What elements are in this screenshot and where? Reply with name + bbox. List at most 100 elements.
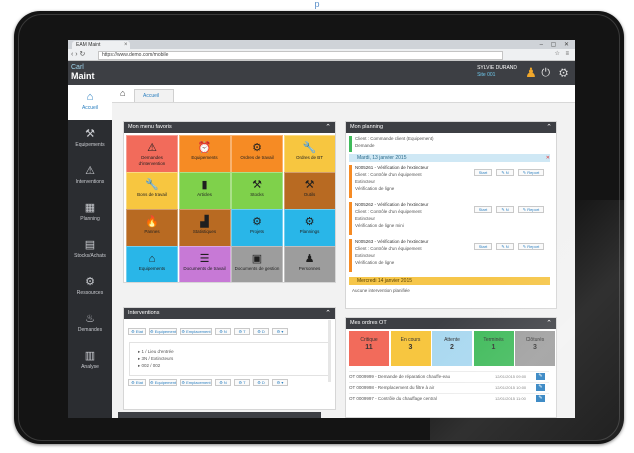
work-order-title: OT 0009998 - Remplacement du filtre à ai… [349,385,435,390]
report-button[interactable]: ✎ Report [518,206,544,213]
filter-button[interactable]: ⚙ T [234,379,250,386]
list-item[interactable]: ▸ 1 / Lieu d'entrée [138,349,174,355]
collapse-icon[interactable]: ⌃ [325,308,331,319]
planning-entry-title[interactable]: N005261 - Vérification de l'extincteur [355,165,465,171]
user-info[interactable]: SYLVIE DURAND Site 001 [477,65,517,79]
status-bar-orange [349,239,352,272]
planning-date-header[interactable]: Mercredi 14 janvier 2015 [349,277,550,285]
app-logo[interactable]: Carl Maint [71,64,95,82]
filter-button[interactable]: ⚙ T [234,328,250,335]
tile-icon: ⚙ [252,216,262,228]
table-row[interactable]: OT 0009999 - Demande de réparation chauf… [349,371,549,381]
nav-arrows-icon[interactable]: ‹ › ↻ [71,50,85,59]
close-icon[interactable]: ✕ [546,154,550,162]
filter-button[interactable]: ⚙ Equipement [149,379,177,386]
tile-ordres-de-travail[interactable]: ⚙ Ordres de travail [231,135,283,173]
filter-button[interactable]: ⚙ Emplacement [180,379,212,386]
avatar[interactable]: ♟ [524,64,538,82]
filter-button[interactable]: ⚙ Etat [128,379,146,386]
filter-button[interactable]: ⚙ Etat [128,328,146,335]
list-item[interactable]: ▸ 002 / 002 [138,363,160,369]
sidebar-item-label: Ressources [76,290,104,296]
browser-tab[interactable]: EAM Maint × [72,41,130,49]
status-counter-termin-s[interactable]: Terminés 1 [473,331,514,366]
edit-button[interactable]: ✎ N [496,206,514,213]
collapse-icon[interactable]: ⌃ [546,122,552,133]
sidebar-item-demandes[interactable]: ♨ Demandes [68,307,112,342]
planning-entry-title[interactable]: N005262 - Vérification de l'extincteur [355,202,465,208]
filter-button[interactable]: ⚙ Emplacement [180,328,212,335]
tile-projets[interactable]: ⚙ Projets [231,209,283,247]
status-counter-en-cours[interactable]: En cours 3 [390,331,431,366]
report-button[interactable]: ✎ Report [518,243,544,250]
browser-toolbar: ‹ › ↻ https://www.demo.com/mobile ☆ ≡ [68,49,575,61]
sidebar-item-equipements[interactable]: ⚒ Equipements [68,122,112,157]
filter-button[interactable]: ⚙ ▾ [272,379,288,386]
counter-value: 3 [408,344,413,351]
scrollbar[interactable] [328,320,331,382]
tile-outils[interactable]: ⚒ Outils [283,172,335,210]
collapse-icon[interactable]: ⌃ [325,122,331,133]
tab-accueil[interactable]: Accueil [134,89,174,102]
status-counter-cl-tur-s[interactable]: Clôturés 3 [515,331,555,366]
table-row[interactable]: OT 0009998 - Remplacement du filtre à ai… [349,382,549,392]
tile-stocks[interactable]: ⚒ Stocks [231,172,283,210]
status-bar-green [349,136,352,152]
edit-button[interactable]: ✎ N [496,169,514,176]
edit-icon[interactable]: ✎ [536,395,545,402]
tile-documents-de-travail[interactable]: ☰ Documents de travail [178,246,231,282]
filter-button[interactable]: ⚙ ▾ [272,328,288,335]
filter-button-row: ⚙ Etat ⚙ Equipement ⚙ Emplacement ⚙ N ⚙ T ⚙ D… [128,328,326,335]
sidebar-item-planning[interactable]: ▦ Planning [68,196,112,231]
report-button[interactable]: ✎ Report [518,169,544,176]
tile-ordres-de-bt[interactable]: 🔧 Ordres de BT [283,135,335,173]
browser-menu-icon[interactable]: ☆ ≡ [554,50,571,59]
status-counter-attente[interactable]: Attente 2 [432,331,472,366]
planning-entry-detail: Extincteur [355,253,376,258]
edit-icon[interactable]: ✎ [536,373,545,380]
edit-icon[interactable]: ✎ [536,384,545,391]
filter-button[interactable]: ⚙ N [215,379,231,386]
tile-documents-de-gestion[interactable]: ▣ Documents de gestion [231,246,283,282]
sidebar-item-ressources[interactable]: ⚙ Ressources [68,270,112,305]
edit-button[interactable]: ✎ N [496,243,514,250]
tile-icon: ☰ [199,253,210,265]
status-counter-critique[interactable]: Critique 11 [349,331,389,366]
tile-equipements[interactable]: ⏰ Equipements [178,135,231,173]
table-row[interactable]: OT 0009997 - Contrôle du chauffage centr… [349,393,549,403]
tile-bons-de-travail[interactable]: 🔧 Bons de travail [126,172,178,210]
list-item[interactable]: ▸ 3N / Extincteurs [138,356,173,362]
planning-date-header[interactable]: Mardi, 13 janvier 2015 [349,154,550,162]
favorites-panel: Mon menu favoris ⌃ ⚠ Demandes d'intervent… [123,121,336,283]
tile-icon: 🔧 [145,179,159,191]
sidebar-item-analyse[interactable]: ▥ Analyse [68,344,112,379]
filter-button[interactable]: ⚙ Equipement [149,328,177,335]
sidebar-item-label: Stocks/Achats [74,253,106,259]
close-icon[interactable]: × [124,41,128,49]
counter-label: Clôturés [525,337,545,343]
filter-button[interactable]: ⚙ N [215,328,231,335]
tile-demandes-d-intervention[interactable]: ⚠ Demandes d'intervention [126,135,178,173]
collapse-icon[interactable]: ⌃ [546,318,552,329]
tile-plannings[interactable]: ⚙ Plannings [283,209,335,247]
tile-equipements[interactable]: ⌂ Equipements [126,246,178,282]
filter-button[interactable]: ⚙ D [253,379,269,386]
power-settings-icon[interactable]: ⏻ ⚙ [541,67,571,79]
window-controls[interactable]: – ▢ ✕ [540,41,572,48]
tile-personnes[interactable]: ♟ Personnes [283,246,335,282]
planning-entry-title[interactable]: N005263 - Vérification de l'extincteur [355,239,465,245]
start-button[interactable]: Start [474,206,492,213]
filter-button[interactable]: ⚙ D [253,328,269,335]
address-bar[interactable]: https://www.demo.com/mobile [98,51,503,60]
home-icon[interactable]: ⌂ [120,88,125,99]
start-button[interactable]: Start [474,169,492,176]
tile-articles[interactable]: ▮ Articles [178,172,231,210]
start-button[interactable]: Start [474,243,492,250]
planning-entry-detail: Client : Contrôle d'un équipement [355,209,422,214]
planning-date: Mercredi 14 janvier 2015 [357,278,413,284]
tile-pannes[interactable]: 🔥 Pannes [126,209,178,247]
sidebar-item-stocks[interactable]: ▤ Stocks/Achats [68,233,112,268]
sidebar-item-interventions[interactable]: ⚠ Interventions [68,159,112,194]
tile-statistiques[interactable]: ▟ Statistiques [178,209,231,247]
sidebar-item-accueil[interactable]: ⌂ Accueil [68,85,112,120]
